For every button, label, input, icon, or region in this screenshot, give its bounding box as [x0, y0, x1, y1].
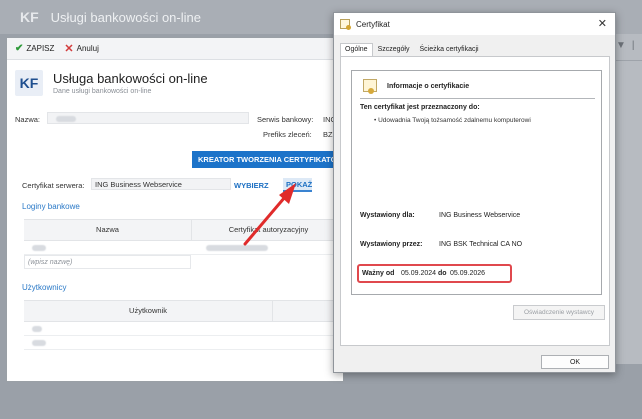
- logins-row[interactable]: [24, 241, 343, 255]
- certificate-icon: [340, 19, 351, 30]
- issuer-statement-button[interactable]: Oświadczenie wystawcy: [513, 305, 605, 320]
- form-header: KF Usługa bankowości on-line Dane usługi…: [15, 70, 208, 96]
- general-tab-panel: Informacje o certyfikacie Ten certyfikat…: [340, 56, 610, 346]
- choose-button[interactable]: WYBIERZ: [234, 181, 269, 190]
- form-logo: KF: [15, 70, 43, 96]
- close-icon: ✕: [64, 43, 74, 55]
- prefix-label: Prefiks zleceń:: [263, 130, 312, 139]
- valid-from-value: 05.09.2024: [401, 270, 437, 277]
- separator-icon: |: [631, 40, 635, 51]
- certificate-dialog: Certyfikat ✕ Ogólne Szczegóły Ścieżka ce…: [333, 12, 616, 373]
- cancel-label: Anuluj: [76, 44, 99, 53]
- valid-from-label: Ważny od: [362, 270, 395, 277]
- user-blurred-2: [32, 340, 46, 346]
- users-row[interactable]: [24, 336, 343, 350]
- name-field[interactable]: [47, 112, 249, 124]
- valid-to-value: 05.09.2026: [450, 270, 486, 277]
- right-panel-icons: ▼ |: [616, 40, 635, 51]
- cancel-button[interactable]: ✕ Anuluj: [64, 42, 98, 55]
- certificate-creator-button[interactable]: KREATOR TWORZENIA CERTYFIKATÓW: [192, 151, 343, 168]
- right-panel: [612, 34, 642, 364]
- info-header: Informacje o certyfikacie: [387, 83, 470, 90]
- login-name-blurred: [32, 245, 46, 251]
- name-value-blurred: [56, 116, 76, 122]
- issued-by-value: ING BSK Technical CA NO: [439, 241, 523, 248]
- name-label: Nazwa:: [15, 115, 41, 124]
- prefix-value[interactable]: BZ: [323, 130, 333, 139]
- login-name-placeholder: (wpisz nazwę): [28, 259, 73, 266]
- issued-to-value: ING Business Webservice: [439, 212, 521, 219]
- server-cert-label: Certyfikat serwera:: [22, 181, 85, 190]
- check-icon: ✔: [15, 43, 24, 54]
- users-section-title: Użytkownicy: [22, 283, 67, 292]
- cert-titlebar: Certyfikat: [334, 13, 615, 35]
- ok-button[interactable]: OK: [541, 355, 609, 369]
- save-label: ZAPISZ: [26, 44, 55, 53]
- certificate-info-box: Informacje o certyfikacie Ten certyfikat…: [351, 70, 602, 295]
- server-cert-field[interactable]: ING Business Webservice: [91, 178, 231, 190]
- close-icon[interactable]: ✕: [598, 17, 607, 30]
- filter-icon[interactable]: ▼: [616, 40, 626, 51]
- issued-by-label: Wystawiony przez:: [360, 241, 423, 248]
- tab-details[interactable]: Szczegóły: [373, 43, 415, 57]
- show-button-label: POKAŻ: [286, 180, 313, 189]
- form-subtitle: Dane usługi bankowości on-line: [53, 88, 152, 95]
- bank-service-dialog: ✔ ZAPISZ ✕ Anuluj KF Usługa bankowości o…: [6, 37, 344, 382]
- bank-service-label: Serwis bankowy:: [257, 115, 314, 124]
- server-cert-value: ING Business Webservice: [95, 180, 182, 189]
- info-divider: [360, 98, 595, 99]
- logins-new-row[interactable]: (wpisz nazwę): [24, 255, 191, 269]
- form-toolbar: ✔ ZAPISZ ✕ Anuluj: [7, 38, 343, 60]
- app-title: Usługi bankowości on-line: [50, 9, 201, 25]
- purpose-title: Ten certyfikat jest przeznaczony do:: [360, 104, 480, 111]
- valid-to-label: do: [438, 270, 447, 277]
- logins-col-cert[interactable]: Certyfikat autoryzacyjny: [191, 219, 343, 241]
- right-panel-divider: [612, 60, 642, 61]
- tab-general[interactable]: Ogólne: [340, 43, 373, 57]
- form-title: Usługa bankowości on-line: [53, 71, 208, 86]
- purpose-item: • Udowadnia Twoją tożsamość zdalnemu kom…: [374, 117, 531, 124]
- cert-title: Certyfikat: [356, 19, 390, 29]
- logins-col-name[interactable]: Nazwa: [24, 219, 191, 241]
- show-button[interactable]: POKAŻ: [283, 178, 312, 192]
- tab-cert-path[interactable]: Ścieżka certyfikacji: [414, 43, 483, 57]
- save-button[interactable]: ✔ ZAPISZ: [15, 43, 54, 54]
- app-logo: KF: [20, 9, 39, 25]
- cert-tabs: Ogólne Szczegóły Ścieżka certyfikacji: [340, 43, 484, 57]
- users-col-user[interactable]: Użytkownik: [24, 300, 272, 322]
- certificate-icon: [363, 79, 377, 94]
- login-cert-blurred: [206, 245, 268, 251]
- logins-section-title: Loginy bankowe: [22, 202, 80, 211]
- users-row[interactable]: [24, 322, 343, 336]
- user-blurred-1: [32, 326, 42, 332]
- issued-to-label: Wystawiony dla:: [360, 212, 415, 219]
